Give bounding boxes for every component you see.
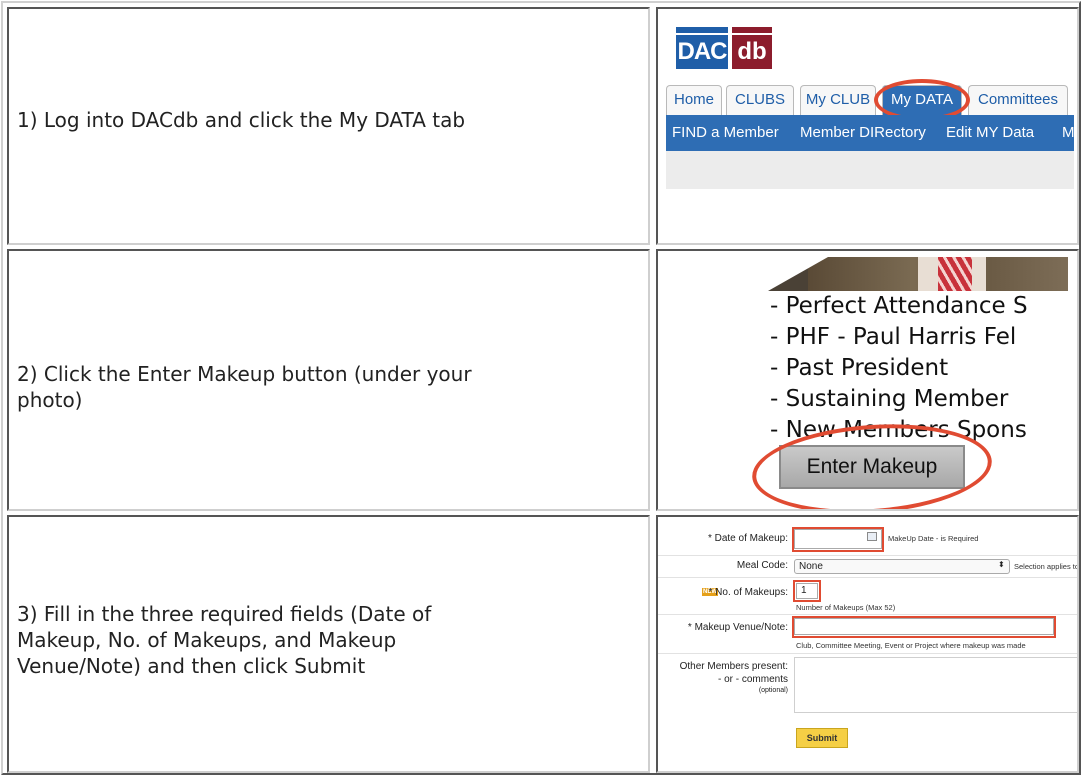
tab-home[interactable]: Home <box>666 85 722 115</box>
no-of-makeups-label: * No. of Makeups: <box>708 587 788 598</box>
makeups-required-highlight <box>793 580 821 602</box>
submit-button[interactable]: Submit <box>796 728 848 748</box>
step-3-text-line-3: Venue/Note) and then click Submit <box>17 654 366 678</box>
nav-bar: FIND a Member Member DIRectory Edit MY D… <box>666 115 1074 151</box>
step-3-text-cell: 3) Fill in the three required fields (Da… <box>7 515 650 773</box>
step-3-text-line-2: Makeup, No. of Makeups, and Makeup <box>17 628 397 652</box>
nav-member-directory[interactable]: Member DIRectory <box>800 115 926 151</box>
step-2-screenshot-cell: - Perfect Attendance S - PHF - Paul Harr… <box>656 249 1079 511</box>
other-members-label: Other Members present: <box>679 661 788 672</box>
no-of-makeups-note: Number of Makeups (Max 52) <box>796 603 896 612</box>
step-1-text: 1) Log into DACdb and click the My DATA … <box>17 108 466 132</box>
member-photo <box>768 257 1068 291</box>
instructions-table: 1) Log into DACdb and click the My DATA … <box>1 1 1081 775</box>
date-of-makeup-label: * Date of Makeup: <box>707 533 788 544</box>
nav-find-member[interactable]: FIND a Member <box>672 115 779 151</box>
tab-bar: Home CLUBS My CLUB My DATA Committees <box>666 79 1074 115</box>
venue-required-highlight <box>792 616 1056 638</box>
tab-committees[interactable]: Committees <box>968 85 1068 115</box>
optional-label: (optional) <box>758 687 788 694</box>
nav-edit-my-data[interactable]: Edit MY Data <box>946 115 1034 151</box>
tab-my-club[interactable]: My CLUB <box>800 85 876 115</box>
step-3-screenshot-cell: * Date of Makeup: MakeUp Date - is Requi… <box>656 515 1079 773</box>
other-members-label-2: - or - comments <box>717 674 788 685</box>
date-required-highlight <box>792 527 884 552</box>
honor-item: - PHF - Paul Harris Fel <box>770 324 1017 350</box>
step-1-screenshot-cell: DAC db Home CLUBS My CLUB My DATA Commit… <box>656 7 1079 245</box>
step-2-text-line-2: photo) <box>17 388 83 412</box>
dacdb-screenshot: DAC db Home CLUBS My CLUB My DATA Commit… <box>666 17 1074 193</box>
makeup-venue-label: * Makeup Venue/Note: <box>687 622 788 633</box>
step-3-text-line-1: 3) Fill in the three required fields (Da… <box>17 602 432 626</box>
step-2-text-line-1: 2) Click the Enter Makeup button (under … <box>17 362 472 386</box>
makeup-venue-note: Club, Committee Meeting, Event or Projec… <box>796 641 1026 650</box>
step-2-text-cell: 2) Click the Enter Makeup button (under … <box>7 249 650 511</box>
dacdb-logo: DAC db <box>676 27 786 71</box>
step-1-text-cell: 1) Log into DACdb and click the My DATA … <box>7 7 650 245</box>
tab-clubs[interactable]: CLUBS <box>726 85 794 115</box>
makeup-form: * Date of Makeup: MakeUp Date - is Requi… <box>658 517 1077 771</box>
content-band <box>666 151 1074 189</box>
nav-more[interactable]: M <box>1062 115 1074 151</box>
meal-code-select[interactable]: None <box>794 559 1010 574</box>
meal-code-label: Meal Code: <box>736 560 788 571</box>
member-honors-list: - Perfect Attendance S - PHF - Paul Harr… <box>770 291 1028 446</box>
meal-code-note: Selection applies to this <box>1014 562 1077 571</box>
profile-screenshot: - Perfect Attendance S - PHF - Paul Harr… <box>658 251 1077 509</box>
honor-item: - Sustaining Member <box>770 386 1009 412</box>
select-arrows-icon: ⬍ <box>998 560 1005 569</box>
date-required-note: MakeUp Date - is Required <box>888 534 979 543</box>
honor-item: - Perfect Attendance S <box>770 293 1028 319</box>
honor-item: - Past President <box>770 355 949 381</box>
other-members-textarea[interactable] <box>794 657 1077 713</box>
